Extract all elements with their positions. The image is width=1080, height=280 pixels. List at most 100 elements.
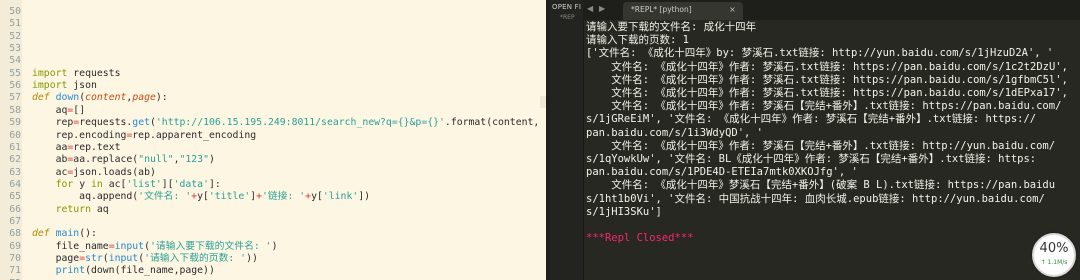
open-file-item-repl[interactable]: *REP (560, 14, 575, 21)
code-token: rep.apparent_encoding (132, 129, 257, 141)
code-token: json.loads(ab) (73, 166, 156, 178)
tab-repl-python[interactable]: *REPL* [python] × (623, 2, 743, 20)
code-text: import json (32, 80, 97, 92)
code-text: rep=requests.get('http://106.15.195.249:… (32, 117, 540, 129)
repl-output[interactable]: 请输入要下载的文件名: 成化十四年 请输入下载的页数: 1 ['文件名: 《成化十四… (583, 20, 1080, 280)
repl-output-line: pan.baidu.com/s/1i3WdyQD', ' (586, 126, 764, 139)
code-token: ][ (161, 178, 174, 190)
repl-output-line: 文件名: 《成化十四年》作者: 梦溪石【完结+番外】.txt链接: https:… (586, 100, 1062, 113)
repl-output-line: ['文件名: 《成化十四年》by: 梦溪石.txt链接: http://yun.… (586, 47, 1054, 60)
code-token: (down(file_name,page)) (85, 265, 215, 277)
line-number: 51 (9, 18, 21, 30)
code-text: file_name=input('请输入要下载的文件名: ') (32, 240, 278, 253)
tab-next-icon[interactable]: ▶ (599, 4, 605, 13)
open-files-title: OPEN FI (552, 3, 582, 11)
code-token: ]) (358, 191, 371, 203)
code-token: "123" (179, 154, 209, 166)
code-token: aq.append( (32, 191, 139, 203)
code-token: "null" (138, 154, 174, 166)
repl-output-line: 文件名: 《成化十四年》作者: 梦溪石【完结+番外】.txt链接: http:/… (586, 139, 1056, 152)
code-token: 'data' (173, 178, 209, 190)
code-token: (): (79, 228, 97, 240)
code-token: y[ (311, 191, 323, 203)
line-number: 62 (9, 154, 21, 166)
line-number: 53 (9, 43, 21, 55)
tab-label: *REPL* [python] (631, 5, 692, 14)
code-token: ) (271, 240, 278, 252)
code-token: 'title' (208, 191, 251, 203)
code-text: def main(): (32, 228, 97, 240)
code-token: aa (32, 141, 68, 153)
badge-upload-rate: ↑ 1.1M/s (1040, 259, 1068, 266)
line-number: 70 (9, 253, 21, 264)
tab-bar: ◀ ▶ *REPL* [python] × (583, 0, 1080, 20)
code-text: aa=rep.text (32, 141, 121, 154)
close-icon[interactable]: × (729, 5, 736, 14)
line-number: 68 (9, 228, 21, 240)
code-token: input (108, 253, 139, 264)
repl-output-line: 请输入下载的页数: 1 (586, 34, 689, 47)
code-token: requests. (79, 117, 133, 129)
repl-closed-line: ***Repl Closed*** (586, 232, 694, 245)
code-token: page (32, 253, 80, 264)
network-speed-badge[interactable]: 40% ↑ 1.1M/s (1032, 233, 1076, 277)
code-token: input (114, 240, 145, 252)
line-number: 52 (9, 30, 21, 42)
line-number: 57 (9, 92, 21, 104)
code-token: rep.text (73, 141, 121, 153)
code-token: .format(content, (444, 117, 540, 129)
line-number: 60 (9, 129, 21, 141)
code-token: ) (208, 154, 215, 166)
code-text: aq=[] (32, 105, 86, 117)
code-token: def (32, 228, 50, 240)
code-token: for (55, 178, 74, 190)
code-token: 'list' (126, 178, 162, 190)
code-token: '请输入下载的页数: ' (144, 253, 247, 264)
code-token: y[ (197, 191, 209, 203)
code-text: print(down(file_name,page)) (32, 265, 215, 277)
code-token: ac[ (102, 178, 127, 190)
code-token: aq (90, 203, 109, 215)
code-token: y (73, 178, 91, 190)
repl-output-line: s/1ht1b0Vi', '文件名: 中国抗战十四年: 血肉长城.epub链接:… (586, 192, 1045, 205)
code-token: main (55, 228, 80, 240)
repl-output-line: s/1jGReEiM', '文件名: 《成化十四年》作者: 梦溪石【完结+番外】… (586, 113, 1037, 126)
code-token: import (32, 67, 68, 79)
repl-output-line: 请输入要下载的文件名: 成化十四年 (586, 21, 757, 33)
code-text: aq.append('文件名: '+y['title']+'链接: '+y['l… (32, 191, 370, 203)
code-text: ab=aa.replace("null","123") (32, 154, 215, 166)
line-number: 54 (9, 55, 21, 67)
code-token: ]: (208, 178, 221, 190)
code-token: in (91, 178, 103, 190)
code-area[interactable]: 50 51 52 53 54 55 import requests 56 import json… (0, 0, 546, 280)
code-token: str (85, 253, 103, 264)
code-editor[interactable]: 50 51 52 53 54 55 import requests 56 import json… (0, 0, 546, 280)
code-token: ): (155, 92, 168, 104)
code-token: get (132, 117, 150, 129)
code-text: rep.encoding=rep.apparent_encoding (32, 129, 257, 142)
badge-percent: 40% (1039, 241, 1069, 256)
line-number: 56 (9, 80, 21, 92)
code-token: ab (32, 154, 68, 166)
line-number: 64 (9, 178, 21, 190)
code-token: '链接: ' (261, 191, 306, 203)
repl-output-line: pan.baidu.com/s/1PDE4D-ETEIa7mtk0XKOJfg'… (586, 166, 858, 179)
line-number: 50 (9, 6, 21, 17)
repl-output-line: 文件名: 《成化十四年》作者: 梦溪石.txt链接: https://pan.b… (586, 60, 1068, 73)
code-text: return aq (32, 204, 109, 216)
code-token: aa.replace( (73, 154, 139, 166)
code-token: return (55, 203, 91, 215)
line-number: 66 (9, 203, 21, 215)
code-token: 'http://106.15.195.249:8011/search_new?q… (155, 117, 445, 129)
repl-output-line: s/1qYowkUw', '文件名: BL《成化十四年》作者: 梦溪石【完结+番… (586, 153, 1037, 165)
line-number: 63 (9, 166, 21, 178)
tab-prev-icon[interactable]: ◀ (587, 4, 593, 13)
line-number: 69 (9, 240, 21, 252)
code-text: for y in ac['list']['data']: (32, 179, 221, 191)
code-token: '文件名: ' (138, 191, 192, 203)
code-token: down (55, 92, 80, 104)
code-token: rep.encoding (32, 129, 127, 141)
line-number: 58 (9, 104, 21, 116)
